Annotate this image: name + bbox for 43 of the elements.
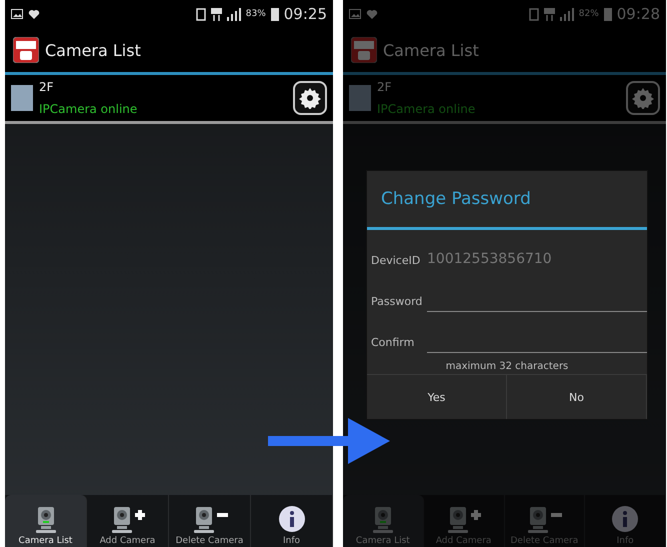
- tab[interactable]: Info: [251, 495, 333, 547]
- network-icon: [544, 8, 555, 20]
- app-title: Camera List: [383, 40, 479, 60]
- picture-icon: [11, 9, 23, 19]
- field-label: Password: [371, 295, 423, 308]
- battery-icon: [270, 7, 279, 21]
- device-id: 10012553856710: [427, 251, 552, 267]
- dialog-title: Change Password: [367, 171, 647, 230]
- battery-percent: 83%: [246, 9, 266, 19]
- camera-status: IPCamera online: [39, 102, 138, 116]
- field-label: Confirm: [371, 336, 416, 349]
- camera-list-item[interactable]: 2F IPCamera online: [5, 75, 333, 124]
- signal-icon: [560, 8, 574, 20]
- hint-text: maximum 32 characters: [444, 360, 570, 374]
- picture-icon: [349, 9, 361, 19]
- clock-time: 09:25: [284, 5, 327, 23]
- battery-percent: 82%: [578, 9, 599, 19]
- signal-icon: [226, 8, 241, 20]
- photo-placeholder: [11, 85, 33, 111]
- battery-icon: [604, 7, 612, 21]
- settings-button[interactable]: [293, 81, 327, 115]
- camera-name: 2F: [39, 80, 55, 94]
- tab[interactable]: Camera List: [5, 495, 87, 547]
- phone-icon: [196, 8, 206, 20]
- heart-icon: [28, 8, 40, 20]
- camera-name: 2F: [377, 80, 393, 94]
- phone-icon: [528, 8, 539, 20]
- dialog-button[interactable]: Yes: [367, 375, 507, 419]
- camera-status: IPCamera online: [377, 102, 476, 116]
- app-title: Camera List: [45, 40, 141, 60]
- tab[interactable]: Add Camera: [87, 495, 169, 547]
- network-icon: [210, 8, 222, 20]
- info-icon: [278, 505, 306, 533]
- clock-time: 09:28: [616, 5, 660, 23]
- photo-placeholder: [349, 85, 371, 111]
- tab[interactable]: Delete Camera: [169, 495, 251, 547]
- heart-icon: [366, 8, 378, 20]
- dialog-button[interactable]: No: [507, 375, 647, 419]
- app-logo-icon: [13, 37, 39, 63]
- field-label: DeviceID: [371, 254, 422, 267]
- arrow-icon: [268, 418, 390, 464]
- app-logo-icon: [351, 37, 377, 63]
- info-icon: [611, 505, 640, 533]
